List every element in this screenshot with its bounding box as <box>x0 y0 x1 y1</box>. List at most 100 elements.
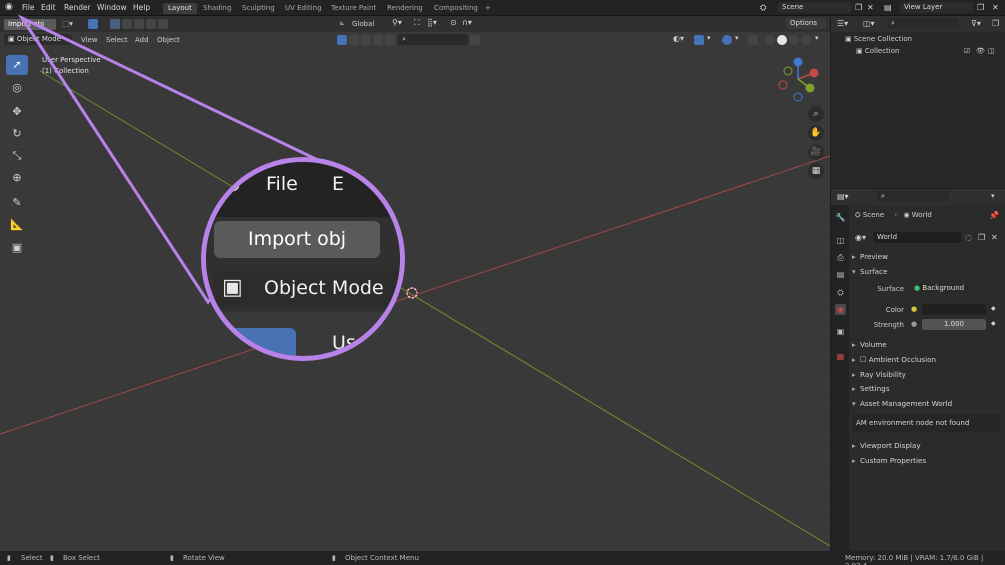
world-tab-icon[interactable]: ◉ <box>835 304 846 315</box>
object-type-mesh-icon[interactable] <box>337 35 347 45</box>
select-mode-new-icon[interactable] <box>110 19 120 29</box>
shading-dropdown-icon[interactable]: ▾ <box>815 34 819 42</box>
section-volume[interactable]: ▸ Volume <box>852 340 887 349</box>
overlays-dropdown-icon[interactable]: ▾ <box>735 34 739 42</box>
pan-view-icon[interactable]: ✋ <box>808 125 824 141</box>
view-layer-tab-icon[interactable]: ▤ <box>835 269 846 280</box>
menu-add[interactable]: Add <box>135 36 149 44</box>
measure-tool-icon[interactable]: 📐 <box>6 215 28 235</box>
xray-icon[interactable] <box>748 35 758 45</box>
outliner-editor-icon[interactable]: ☰▾ <box>837 19 848 28</box>
options-dropdown[interactable]: Options <box>786 18 826 29</box>
section-viewport-display[interactable]: ▸ Viewport Display <box>852 441 921 450</box>
collection-tab-icon[interactable]: ▣ <box>835 326 846 337</box>
new-scene-icon[interactable]: ❐ <box>855 3 862 12</box>
falloff-icon[interactable]: ∩▾ <box>462 18 472 27</box>
shading-solid-icon[interactable] <box>777 35 787 45</box>
filter-icon[interactable] <box>470 35 480 45</box>
rotate-tool-icon[interactable]: ↻ <box>6 124 28 144</box>
section-ambient-occlusion[interactable]: ▸ ☐ Ambient Occlusion <box>852 355 936 364</box>
add-workspace-button[interactable]: + <box>480 3 496 14</box>
world-datablock[interactable]: ◉▾ World ◌ ❐ ✕ <box>855 232 1001 244</box>
snap-icon[interactable]: ⛶ <box>414 18 420 28</box>
world-browse-icon[interactable]: ◉▾ <box>855 233 866 242</box>
section-preview[interactable]: ▸ Preview <box>852 252 888 261</box>
menu-view[interactable]: View <box>81 36 98 44</box>
outliner-collection-row[interactable]: ▣ Collection ☑ 👁 ◫ <box>856 47 1005 55</box>
new-collection-icon[interactable]: ❐ <box>992 19 999 28</box>
cursor-tool-icon[interactable]: ◎ <box>6 78 28 98</box>
color-socket-icon[interactable]: ● <box>911 305 917 313</box>
texture-tab-icon[interactable]: ▦ <box>835 351 846 362</box>
tool-tab-icon[interactable]: 🔧 <box>835 212 846 223</box>
unlink-world-icon[interactable]: ✕ <box>991 233 998 242</box>
display-mode-icon[interactable]: ◫▾ <box>863 19 875 28</box>
scene-icon[interactable]: ⛭ <box>760 3 766 13</box>
3d-viewport[interactable] <box>0 16 830 551</box>
section-ray-visibility[interactable]: ▸ Ray Visibility <box>852 370 906 379</box>
editor-type-icon[interactable]: ⬚▾ <box>62 19 73 28</box>
shading-material-icon[interactable] <box>789 35 799 45</box>
view-layer-field[interactable]: View Layer <box>900 2 973 13</box>
view-layer-icon[interactable]: ▤ <box>884 3 892 12</box>
object-type-light-icon[interactable] <box>361 35 371 45</box>
world-color-swatch[interactable] <box>922 304 986 315</box>
output-tab-icon[interactable]: ⎙ <box>835 252 846 263</box>
zoom-view-icon[interactable]: ⌕ <box>808 106 824 122</box>
scene-field[interactable]: Scene <box>778 2 851 13</box>
object-type-camera-icon[interactable] <box>373 35 383 45</box>
tab-compositing[interactable]: Compositing <box>429 3 483 14</box>
annotate-tool-icon[interactable]: ✎ <box>6 193 28 213</box>
camera-view-icon[interactable]: 🎥 <box>808 144 824 160</box>
delete-view-layer-icon[interactable]: ✕ <box>992 3 999 12</box>
snap-target-icon[interactable]: ⣿▾ <box>427 18 437 27</box>
color-keyframe-icon[interactable]: ◆ <box>991 305 996 312</box>
properties-options-icon[interactable]: ▾ <box>991 192 995 200</box>
delete-scene-icon[interactable]: ✕ <box>867 3 874 12</box>
overlays-icon[interactable] <box>722 35 732 45</box>
fake-user-icon[interactable]: ◌ <box>965 233 972 242</box>
visibility-eye-icon[interactable]: 👁 <box>976 47 985 55</box>
select-mode-subtract-icon[interactable] <box>134 19 144 29</box>
scene-tab-icon[interactable]: ⛭ <box>835 287 846 298</box>
select-mode-invert-icon[interactable] <box>146 19 156 29</box>
strength-keyframe-icon[interactable]: ◆ <box>991 320 996 327</box>
tab-sculpting[interactable]: Sculpting <box>237 3 280 14</box>
pivot-point-icon[interactable]: ⚲▾ <box>392 18 402 27</box>
strength-socket-icon[interactable]: ● <box>911 320 917 328</box>
outliner-search-input[interactable]: ⌕ <box>887 18 959 29</box>
orientation-dropdown[interactable]: Global <box>352 20 374 28</box>
section-custom-properties[interactable]: ▸ Custom Properties <box>852 456 926 465</box>
section-surface[interactable]: ▾ Surface <box>852 267 887 276</box>
navigation-gizmo[interactable] <box>776 54 824 104</box>
select-mode-intersect-icon[interactable] <box>158 19 168 29</box>
exclude-checkbox[interactable]: ☑ <box>964 47 970 55</box>
world-name-field[interactable]: World <box>873 232 961 243</box>
scale-tool-icon[interactable]: ⤡ <box>6 146 28 166</box>
outliner-filter-icon[interactable]: ⊽▾ <box>971 19 981 28</box>
select-box-icon[interactable] <box>88 19 98 29</box>
menu-edit[interactable]: Edit <box>41 3 56 12</box>
gizmo-dropdown-icon[interactable]: ▾ <box>707 34 711 42</box>
pin-icon[interactable]: 📌 <box>989 211 999 220</box>
strength-input[interactable]: 1.000 <box>922 319 986 330</box>
gizmo-icon[interactable] <box>694 35 704 45</box>
transform-tool-icon[interactable]: ⊕ <box>6 168 28 188</box>
properties-editor-icon[interactable]: ▤▾ <box>837 192 849 201</box>
menu-object[interactable]: Object <box>157 36 180 44</box>
tab-rendering[interactable]: Rendering <box>382 3 428 14</box>
render-camera-icon[interactable]: ◫ <box>988 47 995 55</box>
visibility-icon[interactable]: ◐▾ <box>673 34 684 43</box>
select-mode-extend-icon[interactable] <box>122 19 132 29</box>
proportional-edit-icon[interactable]: ⊙ <box>450 18 457 27</box>
object-type-empty-icon[interactable] <box>385 35 395 45</box>
add-cube-tool-icon[interactable]: ▣ <box>6 238 28 258</box>
new-view-layer-icon[interactable]: ❐ <box>977 3 984 12</box>
surface-shader-dropdown[interactable]: ● Background <box>910 283 986 294</box>
render-tab-icon[interactable]: ◫ <box>835 235 846 246</box>
shading-wireframe-icon[interactable] <box>765 35 775 45</box>
section-settings[interactable]: ▸ Settings <box>852 384 889 393</box>
properties-search-input[interactable]: ⌕ <box>877 191 949 202</box>
object-type-curve-icon[interactable] <box>349 35 359 45</box>
duplicate-world-icon[interactable]: ❐ <box>978 233 985 242</box>
